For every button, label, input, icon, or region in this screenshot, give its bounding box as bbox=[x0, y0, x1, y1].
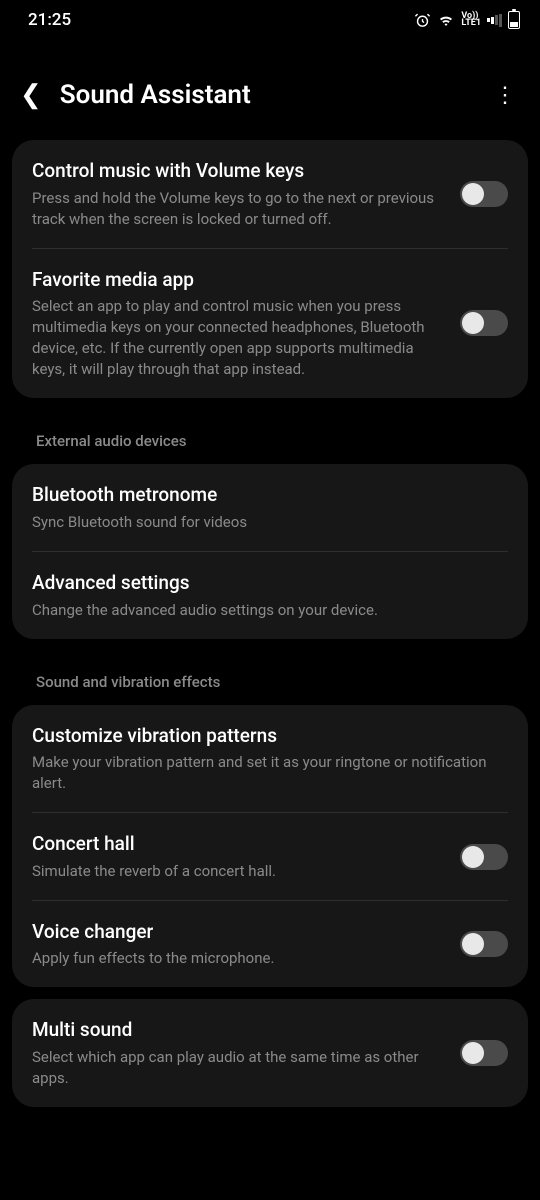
toggle-switch[interactable] bbox=[460, 1040, 508, 1066]
settings-card: Bluetooth metronome Sync Bluetooth sound … bbox=[12, 464, 528, 638]
settings-list: Control music with Volume keys Press and … bbox=[0, 140, 540, 1107]
settings-item-title: Advanced settings bbox=[32, 570, 508, 596]
settings-item-desc: Apply fun effects to the microphone. bbox=[32, 948, 446, 969]
settings-item[interactable]: Control music with Volume keys Press and … bbox=[12, 140, 528, 248]
settings-item-body: Concert hall Simulate the reverb of a con… bbox=[32, 831, 446, 882]
toggle-switch[interactable] bbox=[460, 310, 508, 336]
title-bar: ❮ Sound Assistant ⋮ bbox=[0, 36, 540, 140]
settings-item-desc: Press and hold the Volume keys to go to … bbox=[32, 188, 446, 230]
toggle-switch[interactable] bbox=[460, 181, 508, 207]
settings-card: Multi sound Select which app can play aud… bbox=[12, 999, 528, 1107]
volte-icon: Vo)) LTE1 bbox=[461, 13, 481, 27]
toggle-switch[interactable] bbox=[460, 931, 508, 957]
settings-item[interactable]: Multi sound Select which app can play aud… bbox=[12, 999, 528, 1107]
settings-item-body: Multi sound Select which app can play aud… bbox=[32, 1017, 446, 1089]
settings-item-title: Multi sound bbox=[32, 1017, 446, 1043]
settings-item[interactable]: Customize vibration patterns Make your vi… bbox=[12, 705, 528, 813]
wifi-icon bbox=[437, 11, 455, 29]
settings-item-desc: Select which app can play audio at the s… bbox=[32, 1047, 446, 1089]
settings-item-desc: Select an app to play and control music … bbox=[32, 296, 446, 380]
section-header: Sound and vibration effects bbox=[12, 651, 528, 705]
settings-card: Control music with Volume keys Press and … bbox=[12, 140, 528, 398]
settings-item-body: Advanced settings Change the advanced aud… bbox=[32, 570, 508, 621]
settings-item-body: Customize vibration patterns Make your vi… bbox=[32, 723, 508, 795]
back-icon[interactable]: ❮ bbox=[20, 80, 42, 110]
status-time: 21:25 bbox=[28, 10, 71, 30]
settings-item-body: Control music with Volume keys Press and … bbox=[32, 158, 446, 230]
settings-item-body: Favorite media app Select an app to play … bbox=[32, 267, 446, 381]
status-bar: 21:25 Vo)) LTE1 bbox=[0, 0, 540, 36]
settings-item[interactable]: Concert hall Simulate the reverb of a con… bbox=[12, 813, 528, 900]
settings-item-body: Voice changer Apply fun effects to the mi… bbox=[32, 919, 446, 970]
settings-item-title: Control music with Volume keys bbox=[32, 158, 446, 184]
settings-item[interactable]: Voice changer Apply fun effects to the mi… bbox=[12, 901, 528, 988]
settings-item-title: Customize vibration patterns bbox=[32, 723, 508, 749]
settings-card: Customize vibration patterns Make your vi… bbox=[12, 705, 528, 988]
settings-item-desc: Make your vibration pattern and set it a… bbox=[32, 752, 508, 794]
toggle-switch[interactable] bbox=[460, 844, 508, 870]
settings-item-title: Bluetooth metronome bbox=[32, 482, 508, 508]
settings-item[interactable]: Advanced settings Change the advanced aud… bbox=[12, 552, 528, 639]
settings-item[interactable]: Bluetooth metronome Sync Bluetooth sound … bbox=[12, 464, 528, 551]
settings-item-desc: Change the advanced audio settings on yo… bbox=[32, 600, 508, 621]
settings-item[interactable]: Favorite media app Select an app to play … bbox=[12, 249, 528, 399]
battery-icon bbox=[508, 11, 520, 29]
signal-icon bbox=[487, 13, 502, 27]
alarm-icon bbox=[414, 12, 431, 29]
page-title: Sound Assistant bbox=[60, 80, 476, 110]
settings-item-title: Voice changer bbox=[32, 919, 446, 945]
settings-item-desc: Simulate the reverb of a concert hall. bbox=[32, 861, 446, 882]
more-icon[interactable]: ⋮ bbox=[494, 83, 520, 108]
settings-item-body: Bluetooth metronome Sync Bluetooth sound … bbox=[32, 482, 508, 533]
settings-item-title: Concert hall bbox=[32, 831, 446, 857]
status-icons: Vo)) LTE1 bbox=[414, 11, 520, 29]
settings-item-desc: Sync Bluetooth sound for videos bbox=[32, 512, 508, 533]
settings-item-title: Favorite media app bbox=[32, 267, 446, 293]
section-header: External audio devices bbox=[12, 410, 528, 464]
